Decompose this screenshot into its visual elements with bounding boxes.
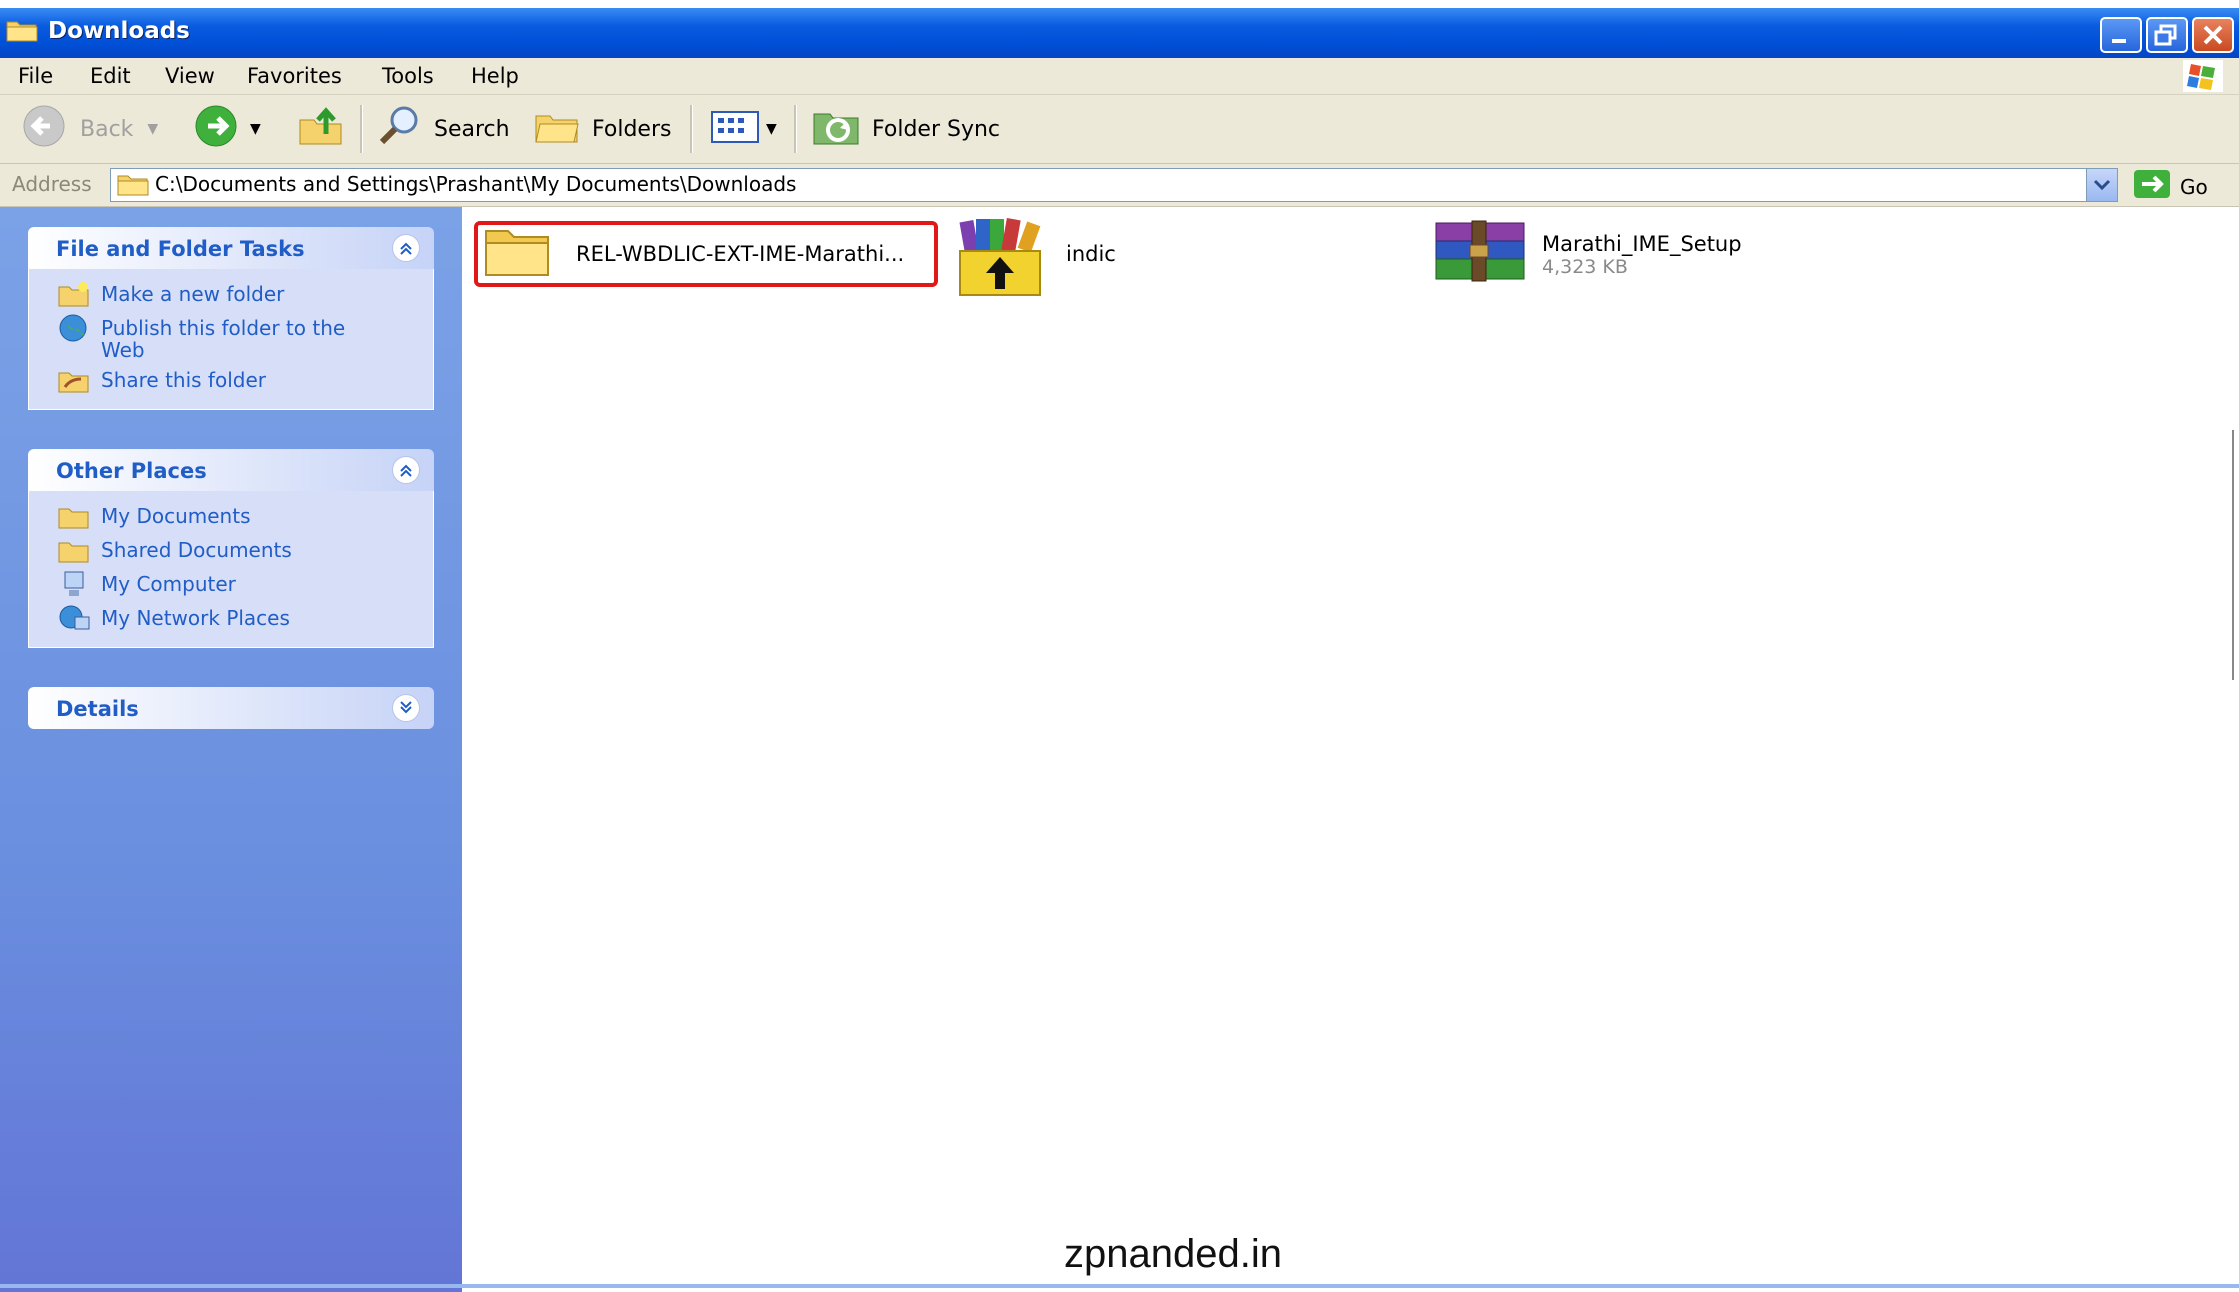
toolbar-separator <box>794 105 797 153</box>
title-bar[interactable]: Downloads <box>0 8 2239 58</box>
folder-icon <box>6 18 38 42</box>
toolbar: Back ▼ ▼ Search Folders ▼ Folder Sync <box>0 95 2239 164</box>
place-my-network-places[interactable]: My Network Places <box>29 603 433 637</box>
file-list-area: REL-WBDLIC-EXT-IME-Marathi... indic Mara… <box>462 207 2239 1292</box>
menu-view[interactable]: View <box>165 64 215 88</box>
go-button[interactable]: Go <box>2132 168 2208 205</box>
installer-package-icon <box>948 213 1058 306</box>
address-path: C:\Documents and Settings\Prashant\My Do… <box>155 172 797 196</box>
other-places-panel: Other Places My Documents Shared Documen… <box>28 449 434 648</box>
folder-sync-icon <box>810 104 862 154</box>
chevron-down-icon <box>2093 179 2111 191</box>
file-item-indic[interactable]: indic <box>948 213 1116 306</box>
menu-favorites[interactable]: Favorites <box>247 64 342 88</box>
folder-sync-button[interactable]: Folder Sync <box>810 95 1000 163</box>
place-shared-documents[interactable]: Shared Documents <box>29 535 433 569</box>
window-edge <box>2232 430 2239 680</box>
forward-button[interactable]: ▼ <box>190 95 261 163</box>
task-share-folder[interactable]: Share this folder <box>29 365 433 399</box>
address-bar: Address C:\Documents and Settings\Prasha… <box>0 164 2239 207</box>
search-button[interactable]: Search <box>374 95 510 163</box>
place-my-computer[interactable]: My Computer <box>29 569 433 603</box>
task-make-new-folder[interactable]: Make a new folder <box>29 279 433 313</box>
details-panel: Details <box>28 687 434 729</box>
up-folder-button[interactable] <box>296 95 346 163</box>
network-icon <box>57 603 91 633</box>
restore-button[interactable] <box>2146 17 2188 53</box>
window-bottom-border <box>0 1284 2239 1288</box>
file-name: Marathi_IME_Setup <box>1542 231 1742 256</box>
views-button[interactable]: ▼ <box>710 95 777 163</box>
windows-logo-icon <box>2183 60 2223 92</box>
back-arrow-icon <box>18 104 70 154</box>
up-folder-icon <box>296 104 346 154</box>
toolbar-separator <box>690 105 693 153</box>
folder-icon <box>57 535 91 565</box>
toolbar-separator <box>360 105 363 153</box>
menu-bar: File Edit View Favorites Tools Help <box>0 58 2239 95</box>
address-input[interactable]: C:\Documents and Settings\Prashant\My Do… <box>110 168 2118 202</box>
file-folder-tasks-panel: File and Folder Tasks Make a new folder … <box>28 227 434 410</box>
new-folder-icon <box>57 279 91 309</box>
other-places-header[interactable]: Other Places <box>28 449 434 491</box>
menu-tools[interactable]: Tools <box>382 64 434 88</box>
folders-icon <box>532 104 582 154</box>
forward-dropdown-icon[interactable]: ▼ <box>250 121 261 137</box>
file-item-folder[interactable]: REL-WBDLIC-EXT-IME-Marathi... <box>482 223 904 284</box>
go-label: Go <box>2180 174 2208 199</box>
search-icon <box>374 104 424 154</box>
window-title: Downloads <box>48 18 190 44</box>
folder-icon <box>117 173 149 201</box>
file-item-marathi-ime-setup[interactable]: Marathi_IME_Setup 4,323 KB <box>1432 217 1742 292</box>
collapse-chevron-icon[interactable] <box>392 456 420 484</box>
address-dropdown-button[interactable] <box>2086 169 2117 201</box>
back-dropdown-icon[interactable]: ▼ <box>147 121 158 137</box>
explorer-window: Downloads File Edit View Favorites Tools… <box>0 0 2239 1292</box>
views-icon <box>710 106 760 152</box>
forward-arrow-icon <box>190 104 242 154</box>
go-arrow-icon <box>2132 168 2172 205</box>
task-publish-folder[interactable]: Publish this folder to the Web <box>29 313 433 365</box>
file-folder-tasks-header[interactable]: File and Folder Tasks <box>28 227 434 269</box>
watermark-text: zpnanded.in <box>1064 1232 1282 1276</box>
file-size: 4,323 KB <box>1542 255 1628 278</box>
file-name: indic <box>1066 241 1116 266</box>
folders-button[interactable]: Folders <box>532 95 671 163</box>
minimize-button[interactable] <box>2100 17 2142 53</box>
winrar-archive-icon <box>1432 217 1528 292</box>
task-pane: File and Folder Tasks Make a new folder … <box>0 207 462 1292</box>
collapse-chevron-icon[interactable] <box>392 234 420 262</box>
place-my-documents[interactable]: My Documents <box>29 501 433 535</box>
details-header[interactable]: Details <box>28 687 434 729</box>
views-dropdown-icon[interactable]: ▼ <box>766 121 777 137</box>
menu-file[interactable]: File <box>18 64 53 88</box>
folder-icon <box>482 223 552 284</box>
folder-icon <box>57 501 91 531</box>
menu-edit[interactable]: Edit <box>90 64 131 88</box>
globe-icon <box>57 313 91 343</box>
computer-icon <box>57 569 91 599</box>
menu-help[interactable]: Help <box>471 64 519 88</box>
back-button[interactable]: Back ▼ <box>18 95 158 163</box>
close-button[interactable] <box>2192 17 2234 53</box>
expand-chevron-icon[interactable] <box>392 694 420 722</box>
share-folder-icon <box>57 365 91 395</box>
address-label: Address <box>12 172 92 196</box>
file-name: REL-WBDLIC-EXT-IME-Marathi... <box>576 241 905 266</box>
